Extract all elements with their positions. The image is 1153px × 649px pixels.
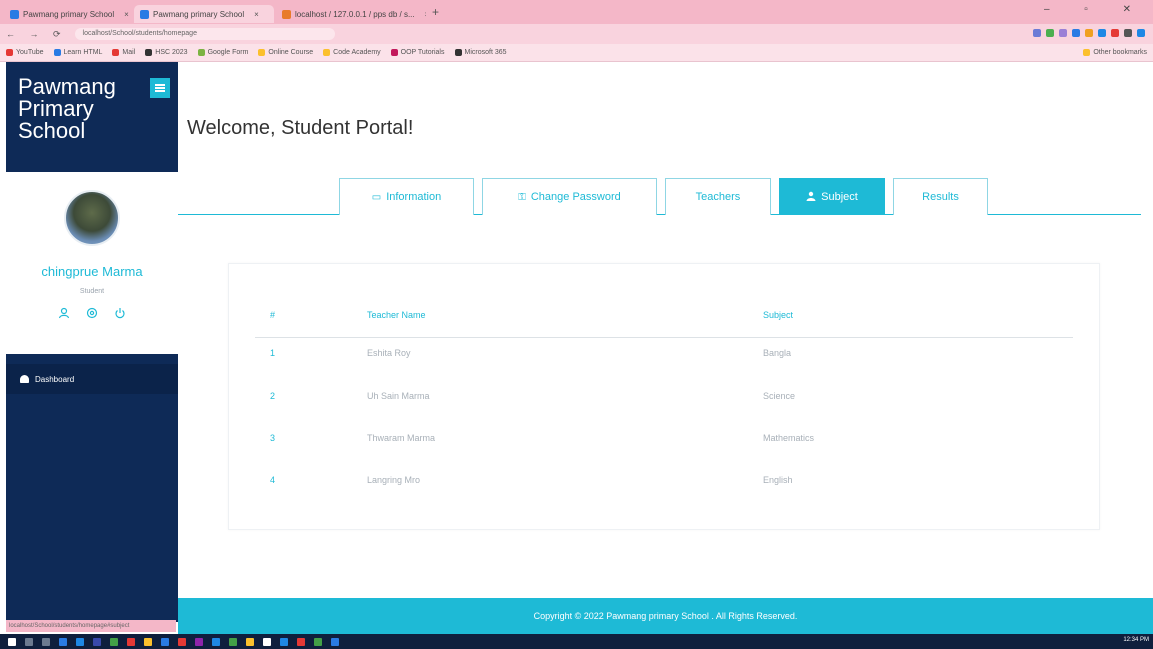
power-icon[interactable] [114,307,126,322]
avatar [64,190,120,246]
os-taskbar: 12:34 PM [0,634,1153,649]
table-row: 3 Thwaram Marma Mathematics [255,433,1073,473]
bookmark-item[interactable]: Learn HTML [53,49,102,56]
close-tab-icon[interactable]: × [124,10,129,19]
browser-tab[interactable]: localhost / 127.0.0.1 / pps db / s... × [276,5,426,23]
teacher-name: Eshita Roy [367,348,411,358]
taskbar-app-icon[interactable] [195,637,203,646]
status-bar-url: localhost/School/students/homepage#subje… [6,620,176,632]
bookmark-item[interactable]: Code Academy [323,49,381,56]
page-footer: Copyright © 2022 Pawmang primary School … [178,598,1153,634]
table-header: # Teacher Name Subject [255,310,1073,338]
extension-icons[interactable] [1033,29,1145,37]
sidebar-item-label: Dashboard [35,374,75,384]
bookmarks-bar: YouTube Learn HTML Mail HSC 2023 Google … [0,44,1153,62]
menu-toggle-button[interactable] [150,78,170,98]
portal-tabs: ▭ Information ⚿ Change Password Teachers S… [178,178,1141,215]
bookmark-item[interactable]: Mail [112,49,135,56]
tab-teachers[interactable]: Teachers [665,178,771,215]
taskbar-app-icon[interactable] [110,637,118,646]
row-number: 3 [270,433,276,443]
row-number: 2 [270,391,276,401]
page-title: Welcome, Student Portal! [187,117,414,139]
bookmark-item[interactable]: OOP Tutorials [390,49,445,56]
taskbar-app-icon[interactable] [297,637,305,646]
taskbar-app-icon[interactable] [314,637,322,646]
taskbar-app-icon[interactable] [178,637,186,646]
windows-start-icon[interactable] [8,637,16,646]
table-row: 1 Eshita Roy Bangla [255,348,1073,388]
new-tab-button[interactable]: + [432,5,439,19]
sidebar: Pawmang Primary School chingprue Marma S… [6,62,178,622]
copyright-text: Copyright © 2022 Pawmang primary School … [533,611,798,621]
bookmark-item[interactable]: Online Course [258,49,313,56]
taskbar-app-icon[interactable] [263,637,271,646]
row-number: 1 [270,348,276,358]
tab-change-password[interactable]: ⚿ Change Password [482,178,657,215]
navigation-buttons[interactable]: ← → ⟳ [6,29,67,40]
close-tab-icon[interactable]: × [254,10,259,19]
table-row: 2 Uh Sain Marma Science [255,391,1073,431]
taskbar-app-icon[interactable] [161,637,169,646]
dashboard-icon [20,375,29,383]
window-controls[interactable]: ‒ ▫ ✕ [1044,4,1147,15]
subject-name: English [763,475,793,485]
row-number: 4 [270,475,276,485]
key-icon: ⚿ [518,191,526,203]
taskbar-app-icon[interactable] [212,637,220,646]
tab-subject[interactable]: Subject [779,178,885,215]
taskbar-app-icon[interactable] [76,637,84,646]
address-bar-row: ← → ⟳ localhost/School/students/homepage [0,24,1153,44]
profile-role: Student [79,288,105,295]
hamburger-icon [155,84,165,92]
bookmark-item[interactable]: YouTube [6,49,44,56]
brand-title: Pawmang Primary School [18,74,116,143]
column-header-subject: Subject [763,310,794,320]
teacher-name: Langring Mro [367,475,421,485]
system-clock: 12:34 PM [1123,637,1149,643]
url-input[interactable]: localhost/School/students/homepage [74,28,335,40]
taskbar-app-icon[interactable] [331,637,339,646]
browser-tab-strip: Pawmang primary School × Pawmang primary… [0,0,1153,24]
sidebar-item-dashboard[interactable]: Dashboard [6,364,178,394]
profile-actions [58,307,126,322]
bookmark-item[interactable]: HSC 2023 [145,49,188,56]
browser-tab[interactable]: Pawmang primary School × [4,5,132,23]
bookmark-item[interactable]: Microsoft 365 [454,49,507,56]
phpmyadmin-favicon-icon [282,9,291,19]
search-icon[interactable] [25,637,33,646]
subject-name: Bangla [763,348,792,358]
profile-name: chingprue Marma [41,264,143,279]
bookmark-item[interactable]: Google Form [197,49,248,56]
column-header-teacher: Teacher Name [367,310,426,320]
taskbar-app-icon[interactable] [127,637,135,646]
page-favicon-icon [140,9,149,19]
taskbar-app-icon[interactable] [229,637,237,646]
browser-tab-active[interactable]: Pawmang primary School × [134,5,274,23]
user-icon [806,191,816,204]
teacher-name: Uh Sain Marma [367,391,430,401]
settings-icon[interactable] [86,307,98,322]
taskbar-app-icon[interactable] [144,637,152,646]
profile-card: chingprue Marma Student [6,172,178,354]
taskbar-app-icon[interactable] [246,637,254,646]
tab-information[interactable]: ▭ Information [339,178,474,215]
column-header-number: # [270,310,276,320]
other-bookmarks[interactable]: Other bookmarks [1083,49,1147,56]
taskbar-app-icon[interactable] [59,637,67,646]
task-view-icon[interactable] [42,637,50,646]
tab-results[interactable]: Results [893,178,988,215]
page-favicon-icon [10,9,19,19]
subject-name: Science [763,391,796,401]
school-brand: Pawmang Primary School [6,62,178,172]
close-tab-icon[interactable]: × [425,10,426,19]
taskbar-app-icon[interactable] [93,637,101,646]
card-icon: ▭ [371,191,382,203]
table-row: 4 Langring Mro English [255,475,1073,515]
teacher-name: Thwaram Marma [367,433,436,443]
user-profile-icon[interactable] [58,307,70,322]
subject-name: Mathematics [763,433,815,443]
taskbar-app-icon[interactable] [280,637,288,646]
